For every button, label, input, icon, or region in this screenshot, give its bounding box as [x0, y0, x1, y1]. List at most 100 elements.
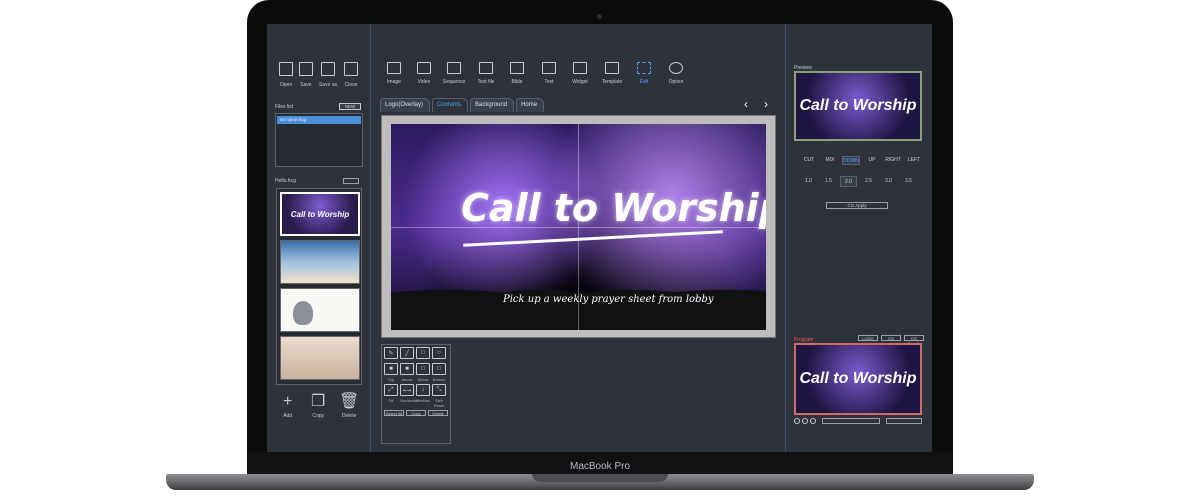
title-underline [463, 230, 723, 247]
bring-above-icon[interactable]: ■ [400, 363, 414, 375]
text-tool[interactable]: Text [535, 62, 563, 85]
editor-panel: Image Video Sequence Text file Bible Tex… [372, 24, 784, 452]
vertical-icon[interactable]: ↕ [416, 384, 430, 396]
bring-top-icon[interactable]: ■ [384, 363, 398, 375]
stop-icon[interactable] [810, 418, 816, 424]
horizontal-icon[interactable]: ⟷ [400, 384, 414, 396]
time-field[interactable] [886, 418, 922, 424]
gear-icon [669, 62, 683, 74]
output-panel: Preview Call to Worship CUT MIX DOWN UP … [785, 24, 932, 452]
transition-down[interactable]: DOWN [842, 156, 860, 165]
transition-left[interactable]: LEFT [905, 156, 923, 165]
trash-icon: 🗑 [339, 393, 360, 410]
close-file-icon [344, 62, 358, 76]
playback-controls [794, 418, 922, 424]
edit-icon [637, 62, 651, 74]
slide-subtitle[interactable]: Pick up a weekly prayer sheet from lobby [503, 294, 714, 305]
size-reset-icon[interactable]: ⤡ [432, 384, 446, 396]
speed-option[interactable]: 3.5 [900, 176, 917, 187]
copy-shape-button[interactable]: Copy [406, 410, 426, 416]
pause-icon[interactable] [802, 418, 808, 424]
file-icon [279, 62, 293, 76]
slide-canvas[interactable]: Call to Worship Pick up a weekly prayer … [391, 124, 766, 330]
option-tool[interactable]: Option [662, 62, 690, 85]
speed-option[interactable]: 3.0 [880, 176, 897, 187]
shape-panel: ✎ ╱ □ ○ ■ ■ □ □ Top Above Below Bottom ⤢… [381, 344, 451, 444]
plus-icon: + [283, 393, 293, 410]
widget-tool[interactable]: Widget [566, 62, 594, 85]
transition-buttons: CUT MIX DOWN UP RIGHT LEFT [800, 156, 923, 165]
bible-icon [510, 62, 524, 74]
speed-option[interactable]: 2.5 [860, 176, 877, 187]
video-icon [417, 62, 431, 74]
delete-slide-button[interactable]: 🗑 Delete [339, 393, 360, 420]
sequence-tool[interactable]: Sequence [440, 62, 468, 85]
save-as-icon [321, 62, 335, 76]
save-icon [299, 62, 313, 76]
line-tool-icon[interactable]: ╱ [400, 347, 414, 359]
play-icon[interactable] [794, 418, 800, 424]
add-slide-button[interactable]: + Add [283, 393, 293, 420]
pen-tool-icon[interactable]: ✎ [384, 347, 398, 359]
close-button[interactable]: Close [340, 62, 362, 88]
select-all-button[interactable]: Select All [384, 410, 404, 416]
copy-slide-button[interactable]: ❐ Copy [311, 393, 326, 420]
new-file-button[interactable]: NEW [339, 103, 361, 110]
slide-canvas-frame: Call to Worship Pick up a weekly prayer … [381, 115, 776, 338]
device-brand: MacBook Pro [569, 461, 631, 472]
app-window: Open Save Save as Close Files list NEW n… [267, 24, 932, 452]
program-monitor: Call to Worship [794, 343, 922, 415]
files-list: no name.hcg [275, 113, 363, 167]
speed-option-selected[interactable]: 2.0 [840, 176, 857, 187]
timeline-bar[interactable] [822, 418, 880, 424]
speed-option[interactable]: 1.5 [820, 176, 837, 187]
tab-background[interactable]: Background [470, 98, 515, 112]
preview-monitor: Call to Worship [794, 71, 922, 141]
speed-option[interactable]: 1.0 [800, 176, 817, 187]
save-button[interactable]: Save [295, 62, 317, 88]
file-list-item[interactable]: no name.hcg [277, 116, 361, 124]
transition-cut[interactable]: CUT [800, 156, 818, 165]
send-below-icon[interactable]: □ [416, 363, 430, 375]
slide-thumb-1[interactable]: Call to Worship [280, 192, 360, 236]
layer-tabs: Logo(Overlay) Contents Background Home [380, 98, 546, 112]
cg-button[interactable]: CG [881, 335, 901, 341]
save-as-button[interactable]: Save as [317, 62, 339, 88]
chevron-right-icon[interactable]: › [764, 97, 784, 111]
left-panel: Open Save Save as Close Files list NEW n… [267, 24, 371, 452]
transition-right[interactable]: RIGHT [884, 156, 902, 165]
image-tool[interactable]: Image [380, 62, 408, 85]
tab-logo-overlay[interactable]: Logo(Overlay) [380, 98, 431, 112]
copy-icon: ❐ [311, 393, 326, 410]
rect-tool-icon[interactable]: □ [416, 347, 430, 359]
text-file-icon [479, 62, 493, 74]
hcg-field[interactable] [343, 178, 359, 184]
circle-tool-icon[interactable]: ○ [432, 347, 446, 359]
delete-shape-button[interactable]: Delete [428, 410, 448, 416]
cg-apply-button[interactable]: CG Apply [826, 202, 888, 209]
template-tool[interactable]: Template [598, 62, 626, 85]
video-tool[interactable]: Video [410, 62, 438, 85]
slide-thumb-3[interactable] [280, 288, 360, 332]
slide-title[interactable]: Call to Worship [461, 186, 766, 230]
edit-tool[interactable]: Edit [630, 62, 658, 85]
speed-buttons: 1.0 1.5 2.0 2.5 3.0 3.5 [800, 176, 917, 187]
open-button[interactable]: Open [275, 62, 297, 88]
logo-button[interactable]: LOGO [858, 335, 878, 341]
slide-nav-arrows[interactable]: ‹› [744, 97, 784, 111]
chevron-left-icon[interactable]: ‹ [744, 97, 764, 111]
image-icon [387, 62, 401, 74]
slide-thumbnails: Call to Worship [276, 188, 362, 385]
cg-cancel-button[interactable]: CG Cancle [904, 335, 924, 346]
transition-up[interactable]: UP [863, 156, 881, 165]
send-bottom-icon[interactable]: □ [432, 363, 446, 375]
slide-thumb-2[interactable] [280, 240, 360, 284]
fit-icon[interactable]: ⤢ [384, 384, 398, 396]
template-icon [605, 62, 619, 74]
transition-mix[interactable]: MIX [821, 156, 839, 165]
tab-home[interactable]: Home [516, 98, 545, 112]
slide-thumb-4[interactable] [280, 336, 360, 380]
bible-tool[interactable]: Bible [503, 62, 531, 85]
tab-contents[interactable]: Contents [432, 98, 469, 112]
text-file-tool[interactable]: Text file [472, 62, 500, 85]
